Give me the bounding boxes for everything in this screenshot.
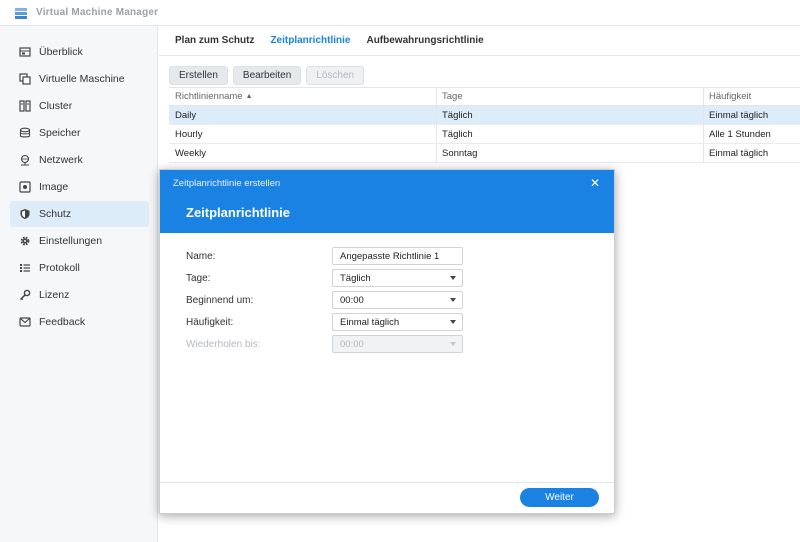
log-icon bbox=[19, 262, 31, 274]
form-row-frequency: Häufigkeit: Einmal täglich bbox=[186, 313, 606, 331]
start-time-label: Beginnend um: bbox=[186, 294, 254, 306]
start-time-value: 00:00 bbox=[340, 294, 364, 306]
sidebar-item-log[interactable]: Protokoll bbox=[10, 255, 149, 281]
sidebar: Überblick Virtuelle Maschine Cluster Spe… bbox=[0, 26, 158, 542]
dialog-header: Zeitplanrichtlinie erstellen ✕ Zeitplanr… bbox=[160, 170, 614, 233]
start-time-select[interactable]: 00:00 bbox=[332, 291, 463, 309]
virtual-machine-icon bbox=[19, 73, 31, 85]
chevron-down-icon bbox=[450, 298, 456, 302]
repeat-until-label: Wiederholen bis: bbox=[186, 338, 261, 350]
repeat-until-select[interactable]: 00:00 bbox=[332, 335, 463, 353]
sidebar-item-cluster[interactable]: Cluster bbox=[10, 93, 149, 119]
frequency-label: Häufigkeit: bbox=[186, 316, 234, 328]
sidebar-item-feedback[interactable]: Feedback bbox=[10, 309, 149, 335]
dialog-window-title: Zeitplanrichtlinie erstellen bbox=[173, 178, 281, 189]
repeat-until-value: 00:00 bbox=[340, 338, 364, 350]
table-row[interactable]: Hourly Täglich Alle 1 Stunden bbox=[169, 125, 800, 144]
table-row[interactable]: Weekly Sonntag Einmal täglich bbox=[169, 144, 800, 163]
toolbar: Erstellen Bearbeiten Löschen bbox=[159, 56, 800, 86]
tab-schedule-policy[interactable]: Zeitplanrichtlinie bbox=[270, 35, 350, 46]
sidebar-item-license[interactable]: Lizenz bbox=[10, 282, 149, 308]
column-header-days[interactable]: Tage bbox=[437, 88, 704, 105]
sidebar-item-label: Netzwerk bbox=[39, 154, 83, 166]
tab-bar: Plan zum Schutz Zeitplanrichtlinie Aufbe… bbox=[159, 26, 800, 56]
table-cell: Daily bbox=[169, 106, 437, 124]
frequency-select[interactable]: Einmal täglich bbox=[332, 313, 463, 331]
dialog-footer: Weiter bbox=[160, 482, 614, 513]
storage-icon bbox=[19, 127, 31, 139]
feedback-icon bbox=[19, 316, 31, 328]
gear-icon bbox=[19, 235, 31, 247]
form-row-start: Beginnend um: 00:00 bbox=[186, 291, 606, 309]
days-select-value: Täglich bbox=[340, 272, 371, 284]
create-schedule-policy-dialog: Zeitplanrichtlinie erstellen ✕ Zeitplanr… bbox=[159, 169, 615, 514]
create-button[interactable]: Erstellen bbox=[169, 65, 228, 85]
sidebar-item-label: Protokoll bbox=[39, 262, 80, 274]
sidebar-item-label: Einstellungen bbox=[39, 235, 103, 247]
sidebar-item-label: Image bbox=[39, 181, 69, 193]
table-cell: Einmal täglich bbox=[709, 109, 769, 121]
sort-ascending-icon: ▲ bbox=[245, 93, 253, 100]
chevron-down-icon bbox=[450, 342, 456, 346]
image-icon bbox=[19, 181, 31, 193]
form-row-name: Name: Angepasste Richtlinie 1 bbox=[186, 247, 606, 265]
key-icon bbox=[19, 289, 31, 301]
name-field[interactable]: Angepasste Richtlinie 1 bbox=[332, 247, 463, 265]
column-header-name[interactable]: Richtlinienname ▲ bbox=[169, 88, 437, 105]
sidebar-item-label: Cluster bbox=[39, 100, 73, 112]
edit-button[interactable]: Bearbeiten bbox=[232, 65, 302, 85]
dialog-heading: Zeitplanrichtlinie bbox=[186, 205, 291, 220]
sidebar-item-label: Feedback bbox=[39, 316, 86, 328]
name-field-value: Angepasste Richtlinie 1 bbox=[340, 250, 440, 262]
chevron-down-icon bbox=[450, 320, 456, 324]
sidebar-item-label: Virtuelle Maschine bbox=[39, 73, 125, 85]
sidebar-item-settings[interactable]: Einstellungen bbox=[10, 228, 149, 254]
days-label: Tage: bbox=[186, 272, 211, 284]
table-header: Richtlinienname ▲ Tage Häufigkeit bbox=[169, 87, 800, 106]
table-cell: Hourly bbox=[169, 125, 437, 143]
tab-protection-plan[interactable]: Plan zum Schutz bbox=[175, 35, 254, 46]
sidebar-item-network[interactable]: Netzwerk bbox=[10, 147, 149, 173]
sidebar-item-label: Lizenz bbox=[39, 289, 70, 301]
table-cell: Einmal täglich bbox=[709, 147, 769, 159]
sidebar-item-label: Überblick bbox=[39, 46, 83, 58]
delete-button[interactable]: Löschen bbox=[306, 65, 365, 85]
sidebar-item-storage[interactable]: Speicher bbox=[10, 120, 149, 146]
column-header-frequency[interactable]: Häufigkeit bbox=[704, 88, 800, 105]
overview-icon bbox=[19, 46, 31, 58]
sidebar-item-protection[interactable]: Schutz bbox=[10, 201, 149, 227]
table-cell: Täglich bbox=[437, 125, 704, 143]
app-title: Virtual Machine Manager bbox=[36, 7, 159, 18]
name-label: Name: bbox=[186, 250, 216, 262]
table-cell: Alle 1 Stunden bbox=[709, 128, 771, 140]
form-row-days: Tage: Täglich bbox=[186, 269, 606, 287]
network-icon bbox=[19, 154, 31, 166]
app-logo-icon bbox=[14, 6, 28, 20]
sidebar-item-overview[interactable]: Überblick bbox=[10, 39, 149, 65]
sidebar-item-virtual-machine[interactable]: Virtuelle Maschine bbox=[10, 66, 149, 92]
close-icon[interactable]: ✕ bbox=[588, 176, 602, 190]
sidebar-item-label: Schutz bbox=[39, 208, 72, 220]
column-header-label: Richtlinienname bbox=[175, 91, 243, 102]
sidebar-item-image[interactable]: Image bbox=[10, 174, 149, 200]
chevron-down-icon bbox=[450, 276, 456, 280]
policy-table: Richtlinienname ▲ Tage Häufigkeit Daily … bbox=[169, 87, 800, 163]
next-button[interactable]: Weiter bbox=[520, 488, 599, 507]
table-cell: Sonntag bbox=[437, 144, 704, 162]
form-row-repeat-until: Wiederholen bis: 00:00 bbox=[186, 335, 606, 353]
tab-retention-policy[interactable]: Aufbewahrungsrichtlinie bbox=[366, 35, 483, 46]
table-row[interactable]: Daily Täglich Einmal täglich bbox=[169, 106, 800, 125]
title-bar: Virtual Machine Manager bbox=[0, 0, 800, 26]
table-cell: Weekly bbox=[169, 144, 437, 162]
frequency-value: Einmal täglich bbox=[340, 316, 400, 328]
table-cell: Täglich bbox=[437, 106, 704, 124]
days-select[interactable]: Täglich bbox=[332, 269, 463, 287]
cluster-icon bbox=[19, 100, 31, 112]
shield-icon bbox=[19, 208, 31, 220]
sidebar-item-label: Speicher bbox=[39, 127, 81, 139]
